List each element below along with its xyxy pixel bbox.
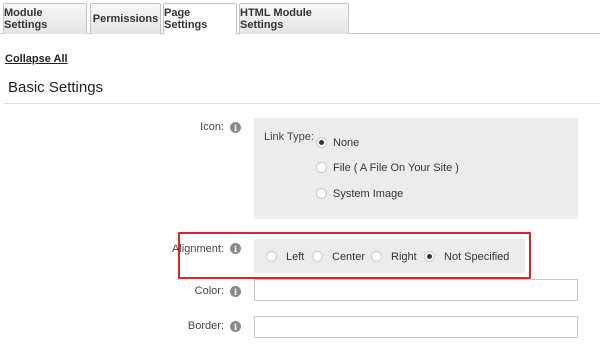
icon-settings-panel: Link Type: None File ( A File On Your Si… <box>254 118 578 219</box>
tab-module-settings[interactable]: Module Settings <box>3 3 87 34</box>
tab-bar: Module Settings Permissions Page Setting… <box>0 0 600 34</box>
link-type-system-image-radio[interactable] <box>316 188 327 199</box>
collapse-all-link[interactable]: Collapse All <box>5 53 68 65</box>
section-divider <box>4 103 600 104</box>
section-title[interactable]: Basic Settings <box>8 79 103 96</box>
border-label: Border: <box>187 320 224 332</box>
link-type-label: Link Type: <box>264 131 314 143</box>
info-icon[interactable]: i <box>230 122 241 133</box>
link-type-system-image-label: System Image <box>333 188 404 200</box>
tab-html-module-settings[interactable]: HTML Module Settings <box>239 3 349 34</box>
link-type-file-label: File ( A File On Your Site ) <box>333 162 459 174</box>
color-input[interactable] <box>254 279 578 301</box>
icon-label: Icon: <box>200 121 224 133</box>
alignment-highlight-box <box>178 232 531 279</box>
border-input[interactable] <box>254 316 578 338</box>
link-type-none-label: None <box>333 137 360 149</box>
tab-permissions[interactable]: Permissions <box>90 3 161 34</box>
tab-page-settings[interactable]: Page Settings <box>163 3 237 34</box>
info-icon[interactable]: i <box>230 286 241 297</box>
link-type-none-radio[interactable] <box>316 137 327 148</box>
info-icon[interactable]: i <box>230 321 241 332</box>
color-label: Color: <box>194 285 224 297</box>
link-type-file-radio[interactable] <box>316 162 327 173</box>
